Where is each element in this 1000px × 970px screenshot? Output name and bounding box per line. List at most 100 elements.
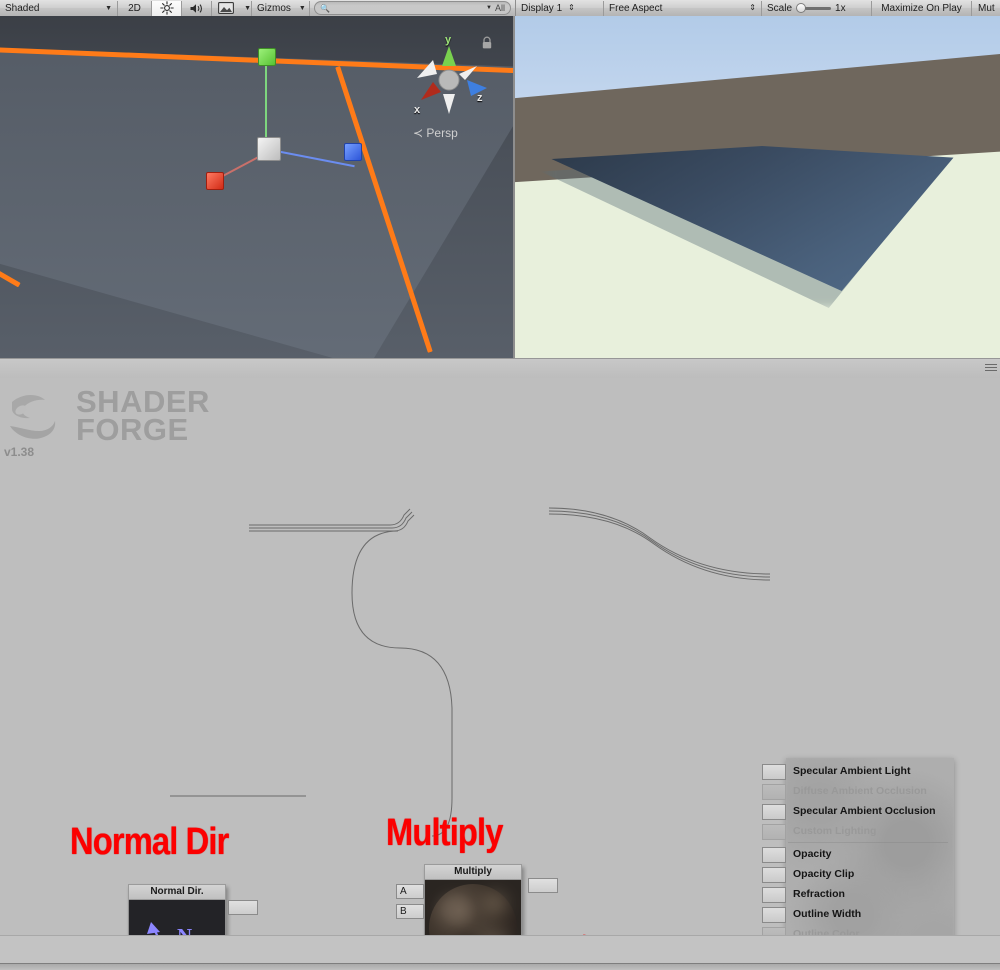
draw-mode-dropdown[interactable]: Shaded ▼ — [0, 0, 118, 16]
node-title: Multiply — [424, 864, 522, 880]
normal-letter-label: N — [177, 924, 192, 935]
property-checkbox[interactable] — [762, 824, 786, 840]
scene-effects-toggle[interactable] — [212, 1, 240, 16]
property-checkbox[interactable] — [762, 867, 786, 883]
gizmo-handle-x[interactable] — [206, 172, 224, 190]
gizmos-dropdown[interactable]: Gizmos ▼ — [252, 0, 310, 16]
scene-view-toolbar: Shaded ▼ 2D ▼ Gizmos ▼ 🔍 ▼ All — [0, 0, 515, 17]
projection-text: Persp — [426, 126, 458, 140]
gizmos-label: Gizmos — [257, 2, 291, 14]
property-label: Specular Ambient Occlusion — [793, 805, 936, 817]
logo-line-2: FORGE — [76, 412, 189, 447]
gizmo-handle-y[interactable] — [258, 48, 276, 66]
speaker-icon — [190, 3, 202, 13]
maximize-on-play-button[interactable]: Maximize On Play — [872, 0, 972, 16]
image-icon — [218, 2, 234, 14]
game-view[interactable] — [515, 16, 1000, 358]
annotation-normal-dir: Normal Dir — [70, 821, 229, 863]
property-row[interactable]: Outline Width — [786, 904, 954, 924]
gizmo-label-z: z — [477, 92, 483, 104]
chevron-down-icon: ▼ — [105, 4, 112, 12]
property-row[interactable]: Opacity Clip — [786, 864, 954, 884]
property-label: Opacity Clip — [793, 868, 855, 880]
node-title: Normal Dir. — [128, 884, 226, 900]
node-preview: N — [129, 900, 225, 935]
property-checkbox[interactable] — [762, 907, 786, 923]
lock-icon[interactable] — [481, 36, 493, 50]
chevron-down-icon: ▼ — [298, 4, 306, 12]
multiply-output-port[interactable] — [528, 878, 558, 893]
node-body — [424, 880, 522, 935]
property-checkbox[interactable] — [762, 847, 786, 863]
shader-forge-mark-icon — [10, 394, 56, 439]
scene-effects-dropdown[interactable]: ▼ — [240, 0, 252, 16]
normal-dir-output-port[interactable] — [228, 900, 258, 915]
property-checkbox[interactable] — [762, 764, 786, 780]
scene-view[interactable]: y z x ≺ Persp — [0, 16, 515, 358]
aspect-label: Free Aspect — [609, 2, 663, 14]
gizmo-label-x: x — [414, 104, 421, 116]
property-label: Refraction — [793, 888, 845, 900]
property-label: Specular Ambient Light — [793, 765, 911, 777]
scale-slider-group[interactable]: Scale 1x — [762, 0, 872, 16]
scene-orientation-gizmo[interactable]: y z x ≺ Persp — [403, 34, 495, 146]
toggle-2d-button[interactable]: 2D — [118, 0, 152, 16]
search-icon: 🔍 — [320, 3, 330, 13]
chevron-down-icon: ▼ — [244, 4, 251, 12]
display-label: Display 1 — [521, 2, 563, 14]
slider-track[interactable] — [805, 6, 832, 10]
mode-2d-label: 2D — [128, 2, 141, 14]
game-view-toolbar: Display 1 ⇕ Free Aspect ⇕ Scale 1x Maxim… — [515, 0, 1000, 17]
search-placeholder: All — [494, 3, 505, 13]
gizmo-axis-y[interactable] — [265, 64, 267, 146]
transform-move-gizmo[interactable] — [200, 32, 380, 192]
aspect-dropdown[interactable]: Free Aspect ⇕ — [604, 0, 762, 16]
property-row[interactable]: Opacity — [786, 844, 954, 864]
scene-audio-toggle[interactable] — [182, 0, 212, 16]
chevron-down-icon: ▼ — [486, 5, 492, 11]
node-preview — [425, 880, 521, 935]
property-checkbox[interactable] — [762, 927, 786, 935]
shader-forge-wordmark: SHADER FORGE — [76, 386, 210, 447]
scale-slider[interactable] — [796, 3, 832, 13]
shader-forge-canvas[interactable]: SHADER FORGE v1.38 Normal Dir Multiply N… — [0, 378, 1000, 935]
view-divider — [0, 358, 1000, 380]
property-row[interactable]: Specular Ambient Occlusion — [786, 801, 954, 821]
scene-search-input[interactable]: 🔍 ▼ All — [314, 1, 511, 15]
property-row[interactable]: Specular Ambient Light — [786, 761, 954, 781]
annotation-multiply: Multiply — [386, 812, 503, 854]
property-checkbox[interactable] — [762, 887, 786, 903]
property-checkbox[interactable] — [762, 804, 786, 820]
node-normal-dir[interactable]: Normal Dir. N Perturbed — [128, 884, 258, 935]
maximize-label: Maximize On Play — [881, 2, 962, 14]
projection-mode-label[interactable]: ≺ Persp — [413, 126, 458, 140]
property-list[interactable]: Specular Ambient Light Diffuse Ambient Oc… — [786, 761, 954, 935]
gizmo-axis-z[interactable] — [275, 150, 355, 168]
property-row[interactable]: Refraction — [786, 884, 954, 904]
property-row[interactable]: Custom Lighting — [786, 821, 954, 841]
multiply-input-b[interactable]: B — [396, 904, 424, 919]
gizmo-handle-z[interactable] — [344, 143, 362, 161]
gizmo-center-handle[interactable] — [257, 137, 281, 161]
sun-icon — [159, 1, 174, 15]
property-label: Outline Color — [793, 928, 860, 935]
property-label: Custom Lighting — [793, 825, 877, 837]
port-label: A — [400, 886, 407, 897]
scale-label: Scale — [767, 2, 793, 14]
scene-lighting-toggle[interactable] — [152, 0, 182, 16]
display-dropdown[interactable]: Display 1 ⇕ — [516, 0, 604, 16]
multiply-input-a[interactable]: A — [396, 884, 424, 899]
mute-label: Mut — [978, 2, 995, 14]
property-row[interactable]: Diffuse Ambient Occlusion — [786, 781, 954, 801]
gizmo-label-y: y — [445, 34, 452, 46]
scale-value: 1x — [835, 2, 846, 14]
mute-audio-button[interactable]: Mut — [972, 1, 1000, 16]
node-multiply[interactable]: Multiply A B — [396, 864, 558, 935]
property-label: Outline Width — [793, 908, 862, 920]
shader-properties-panel[interactable]: Specular Ambient Light Diffuse Ambient Oc… — [786, 758, 954, 935]
resize-grip-icon[interactable] — [985, 364, 997, 374]
property-checkbox[interactable] — [762, 784, 786, 800]
property-row[interactable]: Outline Color — [786, 924, 954, 935]
updown-arrows-icon: ⇕ — [749, 3, 756, 12]
updown-arrows-icon: ⇕ — [568, 3, 575, 12]
